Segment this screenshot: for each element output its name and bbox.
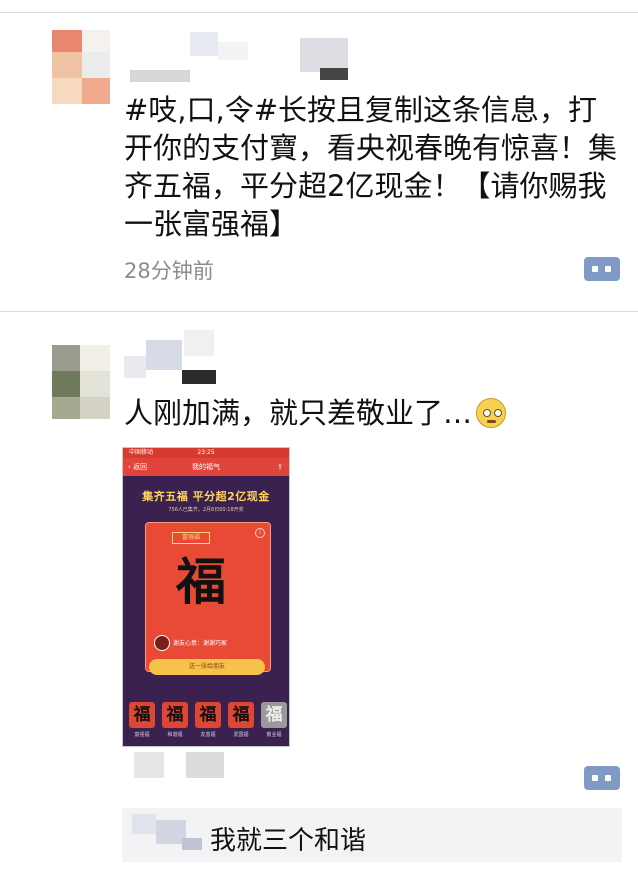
fu-tile-label: 友善福 — [200, 732, 216, 738]
fu-tile-char: 福 — [129, 702, 155, 728]
send-card-button: 送一张给朋友 — [149, 659, 265, 675]
banner-title: 集齐五福 平分超2亿现金 — [142, 490, 270, 503]
fu-tile-youshan: 福 友善福 — [195, 702, 221, 738]
banner-subtitle: 756人已集齐，2月8日00:18开奖 — [168, 507, 244, 513]
carrier-label: 中国移动 — [129, 449, 154, 456]
pleading-face-emoji-icon — [476, 398, 507, 428]
fu-character: 福 — [176, 552, 226, 611]
nav-title: 我的福气 — [192, 463, 220, 471]
fu-tile-char: 福 — [162, 702, 188, 728]
fu-tile-label: 敬业福 — [266, 732, 282, 738]
post-text: 人刚加满，就只差敬业了… — [124, 394, 624, 432]
card-tag: 富强福 — [172, 532, 210, 544]
fu-tile-char: 福 — [195, 702, 221, 728]
fu-tile-fuqiang: 福 富强福 — [129, 702, 155, 738]
avatar[interactable] — [52, 30, 110, 104]
post-timestamp: 28分钟前 — [124, 259, 214, 283]
phone-nav-bar: ‹ 返回 我的福气 ⇪ — [123, 458, 289, 476]
fu-tile-label: 爱国福 — [233, 732, 249, 738]
post-text-content: 人刚加满，就只差敬业了… — [124, 396, 473, 430]
username-blurred[interactable] — [130, 32, 350, 82]
fu-tile-aiguo: 福 爱国福 — [228, 702, 254, 738]
username-blurred[interactable] — [124, 330, 224, 386]
comment-area: 我就三个和谐 — [122, 808, 622, 862]
back-button: ‹ 返回 — [128, 463, 148, 471]
post-text: #吱,口,令#长按且复制这条信息，打开你的支付寶，看央视春晚有惊喜！集齐五福，平… — [124, 93, 618, 241]
status-time: 23:25 — [197, 449, 215, 456]
timestamp-blurred — [134, 752, 244, 782]
phone-status-bar: 中国移动 23:25 — [123, 448, 289, 458]
fu-tile-jingye: 福 敬业福 — [261, 702, 287, 738]
top-divider — [0, 12, 638, 13]
post-divider — [0, 311, 638, 312]
commenter-name-blurred[interactable] — [132, 814, 202, 854]
giver-text: 谢友心意：谢谢巧家 — [173, 640, 228, 647]
info-icon: i — [255, 528, 265, 538]
share-icon: ⇪ — [277, 463, 283, 471]
attached-image[interactable]: 中国移动 23:25 ‹ 返回 我的福气 ⇪ 集齐五福 平分超2亿现金 756人… — [122, 447, 290, 747]
fu-tile-hexie: 福 和谐福 — [162, 702, 188, 738]
comment-more-button[interactable] — [584, 257, 620, 281]
fu-tile-label: 和谐福 — [167, 732, 183, 738]
fu-tile-char: 福 — [261, 702, 287, 728]
comment-text[interactable]: 我就三个和谐 — [210, 820, 366, 857]
fu-tile-char: 福 — [228, 702, 254, 728]
fu-tiles-row: 福 富强福 福 和谐福 福 友善福 福 爱国福 福 敬业福 — [127, 702, 287, 746]
avatar[interactable] — [52, 345, 110, 419]
comment-more-button[interactable] — [584, 766, 620, 790]
giver-avatar — [154, 635, 170, 651]
fu-tile-label: 富强福 — [134, 732, 150, 738]
fu-card: 富强福 i 福 谢友心意：谢谢巧家 — [145, 522, 271, 672]
